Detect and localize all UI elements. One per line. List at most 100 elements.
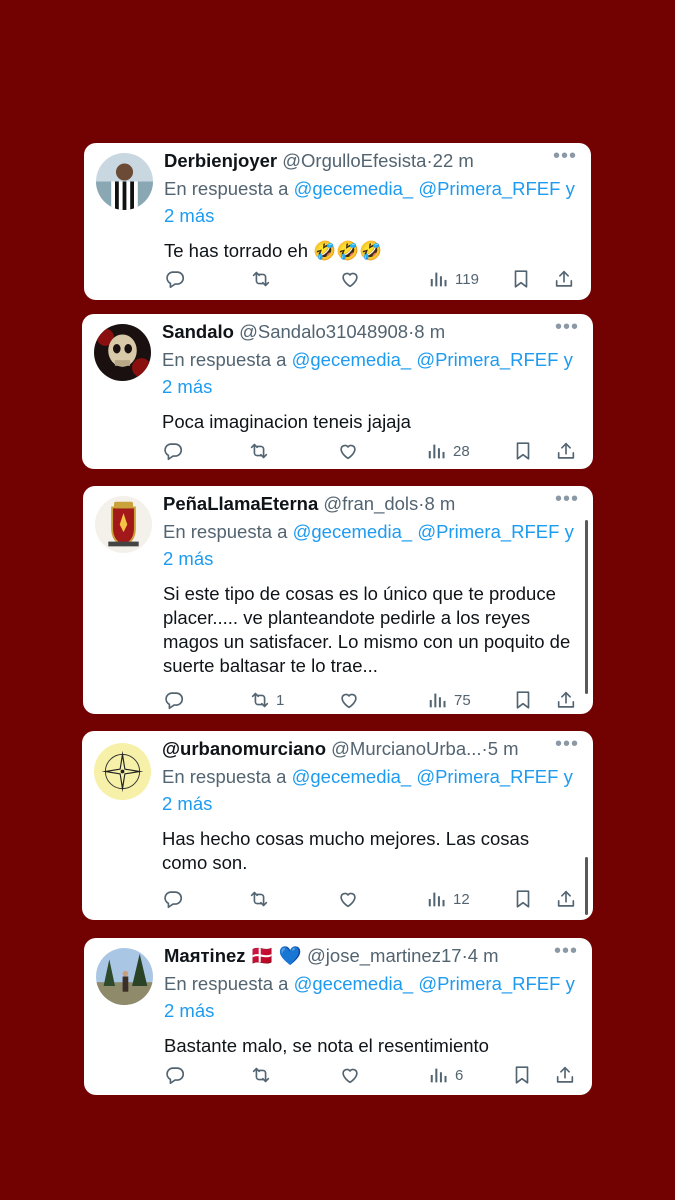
share-icon [555, 440, 577, 462]
retweet-icon [250, 1064, 272, 1086]
share-button[interactable] [555, 888, 577, 910]
user-handle[interactable]: @Sandalo31048908 [239, 321, 408, 342]
tweet-card[interactable]: ••• Derbienjoyer @OrgulloEfesista·22 m E… [84, 143, 591, 300]
retweet-button[interactable]: 1 [249, 689, 284, 711]
views-button[interactable]: 119 [428, 268, 479, 290]
mention-link[interactable]: @gecemedia_ [292, 766, 412, 787]
user-name[interactable]: Maятinez 🇩🇰 💙 [164, 945, 302, 966]
reply-button[interactable] [163, 689, 185, 711]
more-mentions-link[interactable]: 2 más [163, 548, 213, 569]
user-name[interactable]: Sandalo [162, 321, 234, 342]
tweet-card[interactable]: ••• @urbanomurciano @MurcianoUrba...·5 m… [82, 731, 593, 920]
views-count: 28 [453, 442, 470, 460]
mention-link[interactable]: @Primera_RFEF [418, 973, 560, 994]
reply-suffix: y [563, 349, 573, 370]
bookmark-button[interactable] [511, 1064, 533, 1086]
crest-avatar-icon [95, 496, 152, 553]
mention-link[interactable]: @Primera_RFEF [416, 766, 558, 787]
reply-context: En respuesta a @gecemedia_ @Primera_RFEF… [162, 346, 579, 400]
user-handle[interactable]: @fran_dols [323, 493, 418, 514]
views-button[interactable]: 12 [426, 888, 470, 910]
retweet-icon [248, 888, 270, 910]
share-icon [554, 1064, 576, 1086]
user-name[interactable]: PeñaLlamaEterna [163, 493, 318, 514]
reply-button[interactable] [164, 1064, 186, 1086]
mention-link[interactable]: @gecemedia_ [293, 521, 413, 542]
mention-link[interactable]: @gecemedia_ [294, 973, 414, 994]
reply-context: En respuesta a @gecemedia_ @Primera_RFEF… [164, 970, 578, 1024]
avatar[interactable] [96, 948, 153, 1005]
more-mentions-link[interactable]: 2 más [162, 376, 212, 397]
avatar[interactable] [95, 496, 152, 553]
mention-link[interactable]: @Primera_RFEF [416, 349, 558, 370]
user-name[interactable]: Derbienjoyer [164, 150, 277, 171]
views-icon [426, 440, 448, 462]
mention-link[interactable]: @Primera_RFEF [418, 178, 560, 199]
reply-icon [162, 888, 184, 910]
share-button[interactable] [555, 689, 577, 711]
bookmark-button[interactable] [510, 268, 532, 290]
tweet-text: Si este tipo de cosas es lo único que te… [163, 583, 571, 676]
timestamp[interactable]: 8 m [424, 493, 455, 514]
bookmark-button[interactable] [512, 440, 534, 462]
mention-link[interactable]: @gecemedia_ [294, 178, 414, 199]
skull-avatar-icon [94, 324, 151, 381]
views-button[interactable]: 6 [428, 1064, 463, 1086]
retweet-button[interactable] [248, 888, 275, 910]
reply-context: En respuesta a @gecemedia_ @Primera_RFEF… [163, 518, 579, 572]
more-mentions-link[interactable]: 2 más [162, 793, 212, 814]
scrollbar[interactable] [585, 520, 588, 694]
tweet-card[interactable]: ••• Sandalo @Sandalo31048908·8 m En resp… [82, 314, 593, 469]
bookmark-button[interactable] [512, 689, 534, 711]
reply-button[interactable] [162, 888, 184, 910]
like-button[interactable] [339, 1064, 361, 1086]
retweet-button[interactable] [250, 268, 277, 290]
like-button[interactable] [339, 268, 361, 290]
like-icon [339, 1064, 361, 1086]
reply-context: En respuesta a @gecemedia_ @Primera_RFEF… [164, 175, 577, 229]
reply-suffix: y [565, 178, 575, 199]
like-button[interactable] [338, 689, 360, 711]
retweet-icon [248, 440, 270, 462]
like-icon [339, 268, 361, 290]
share-button[interactable] [555, 440, 577, 462]
timestamp[interactable]: 22 m [433, 150, 474, 171]
timestamp[interactable]: 8 m [414, 321, 445, 342]
more-mentions-link[interactable]: 2 más [164, 205, 214, 226]
share-button[interactable] [554, 1064, 576, 1086]
mention-link[interactable]: @Primera_RFEF [417, 521, 559, 542]
reply-button[interactable] [164, 268, 186, 290]
views-count: 119 [455, 270, 479, 288]
views-icon [426, 888, 448, 910]
user-handle[interactable]: @OrgulloEfesista [282, 150, 426, 171]
scrollbar[interactable] [585, 857, 588, 915]
views-count: 75 [454, 691, 471, 709]
timestamp[interactable]: 4 m [468, 945, 499, 966]
mention-link[interactable]: @gecemedia_ [292, 349, 412, 370]
person-photo-avatar-icon [96, 153, 153, 210]
views-button[interactable]: 28 [426, 440, 470, 462]
share-button[interactable] [553, 268, 575, 290]
reply-button[interactable] [162, 440, 184, 462]
reply-prefix: En respuesta a [164, 178, 289, 199]
avatar[interactable] [94, 324, 151, 381]
like-button[interactable] [337, 440, 359, 462]
user-handle[interactable]: @MurcianoUrba... [331, 738, 481, 759]
tweet-card[interactable]: ••• PeñaLlamaEterna @fran_dols·8 m En re… [83, 486, 593, 714]
retweet-button[interactable] [248, 440, 275, 462]
avatar[interactable] [96, 153, 153, 210]
views-button[interactable]: 75 [427, 689, 471, 711]
views-icon [427, 689, 449, 711]
share-icon [555, 888, 577, 910]
bookmark-icon [512, 689, 534, 711]
user-name[interactable]: @urbanomurciano [162, 738, 326, 759]
retweet-count: 1 [276, 691, 285, 709]
timestamp[interactable]: 5 m [488, 738, 519, 759]
user-handle[interactable]: @jose_martinez17 [307, 945, 462, 966]
tweet-card[interactable]: ••• Maятinez 🇩🇰 💙 @jose_martinez17·4 m E… [84, 938, 592, 1095]
bookmark-button[interactable] [512, 888, 534, 910]
more-mentions-link[interactable]: 2 más [164, 1000, 214, 1021]
retweet-button[interactable] [250, 1064, 277, 1086]
avatar[interactable] [94, 743, 151, 800]
like-button[interactable] [337, 888, 359, 910]
